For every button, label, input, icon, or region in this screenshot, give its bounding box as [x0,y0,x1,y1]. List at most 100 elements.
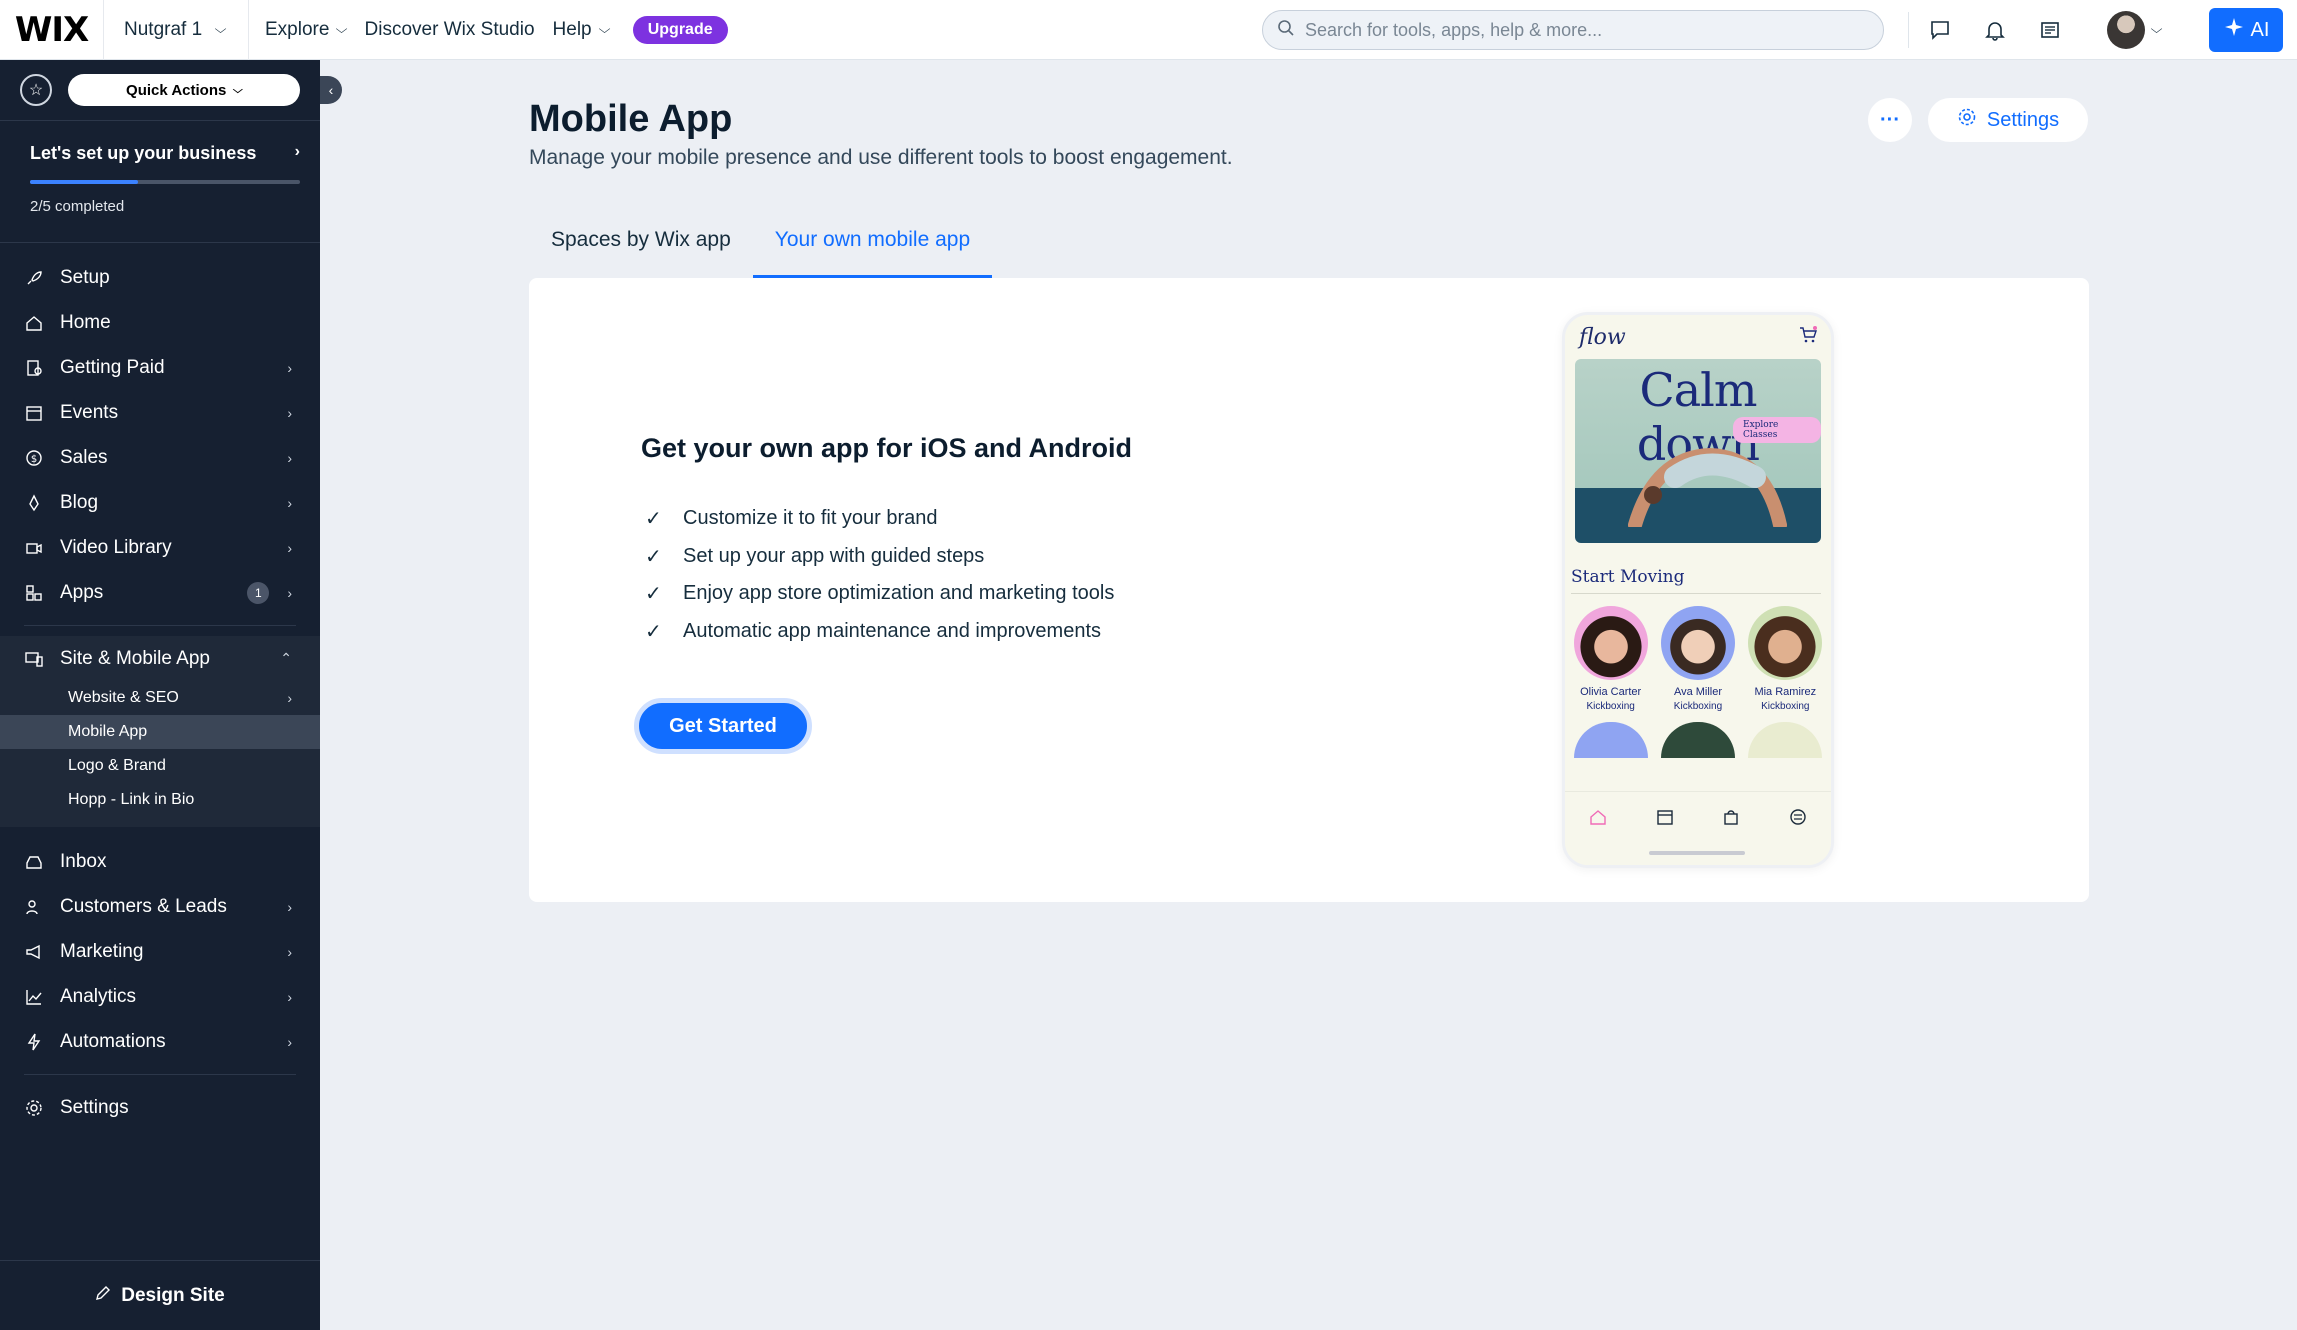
more-actions-button[interactable]: ··· [1868,98,1912,142]
check-icon: ✓ [645,620,662,643]
phone-mockup: flow Calm down Explore Classes Start Mov… [1562,312,1834,868]
nav-help-label: Help [552,18,592,40]
sidebar-item-label: Blog [60,491,99,513]
chevron-down-icon[interactable]: ⌵ [2151,22,2163,37]
setup-progress-card[interactable]: Let's set up your business › 2/5 complet… [0,120,320,243]
sidebar-item-analytics[interactable]: Analytics › [0,974,320,1019]
instructor-list-row-2 [1565,712,1831,758]
setup-card-title: Let's set up your business [30,143,257,163]
sidebar-item-marketing[interactable]: Marketing › [0,929,320,974]
wix-logo[interactable]: WIX [0,0,104,60]
ai-assistant-button[interactable]: AI [2209,8,2283,52]
instructor-list: Olivia Carter Kickboxing Ava Miller Kick… [1565,594,1831,712]
chevron-right-icon: › [287,494,292,511]
sidebar-item-settings[interactable]: Settings [0,1085,320,1130]
pencil-icon [95,1285,111,1307]
chart-icon [24,987,44,1007]
tab-bar: Spaces by Wix app Your own mobile app [529,210,993,278]
tab-your-own-mobile-app[interactable]: Your own mobile app [752,210,993,278]
quick-actions-button[interactable]: Quick Actions ⌵ [68,74,300,106]
setup-progress-bar [30,180,300,184]
avatar [1748,722,1823,758]
nav-explore-label: Explore [265,18,330,40]
sidebar-subitem-logo-brand[interactable]: Logo & Brand [0,749,320,783]
upgrade-button[interactable]: Upgrade [632,15,728,44]
search-icon [1277,19,1295,42]
sidebar-item-setup[interactable]: Setup [0,255,320,300]
collapse-sidebar-button[interactable]: ‹ [320,76,342,104]
get-started-button[interactable]: Get Started [634,698,812,754]
hero-image: Calm down Explore Classes [1575,359,1821,543]
home-icon [1589,808,1607,865]
search-input[interactable] [1305,19,1865,41]
sidebar: ☆ Quick Actions ⌵ Let's set up your busi… [0,60,320,1330]
chat-icon[interactable] [1926,16,1954,44]
star-icon[interactable]: ☆ [20,74,52,106]
topbar-divider [1908,12,1909,48]
avatar [1573,606,1648,680]
sidebar-item-blog[interactable]: Blog › [0,480,320,525]
chevron-up-icon: ⌃ [280,650,292,666]
sidebar-item-video-library[interactable]: Video Library › [0,525,320,570]
sidebar-item-label: Home [60,311,111,333]
chevron-down-icon: ⌵ [336,22,348,36]
bag-icon [1722,808,1740,865]
apps-count-badge: 1 [247,581,270,604]
chevron-right-icon: › [287,943,292,960]
sidebar-subitem-label: Hopp - Link in Bio [68,791,195,808]
chevron-right-icon: › [287,988,292,1005]
yoga-figure [1628,447,1787,527]
chevron-right-icon: › [287,449,292,466]
devices-icon [24,649,44,669]
sidebar-subitem-mobile-app[interactable]: Mobile App [0,715,320,749]
instructor-card: Mia Ramirez Kickboxing [1745,606,1825,712]
design-site-button[interactable]: Design Site [0,1260,320,1330]
sidebar-item-automations[interactable]: Automations › [0,1019,320,1064]
megaphone-icon [24,942,44,962]
inbox-icon [24,852,44,872]
setup-progress-fill [30,180,138,184]
sidebar-item-events[interactable]: Events › [0,390,320,435]
sidebar-item-label: Setup [60,266,110,288]
design-site-label: Design Site [121,1284,225,1306]
sidebar-subitem-hopp[interactable]: Hopp - Link in Bio [0,783,320,817]
user-avatar[interactable] [2107,11,2145,49]
site-mobile-app-group: Site & Mobile App ⌃ Website & SEO › Mobi… [0,636,320,827]
sidebar-item-inbox[interactable]: Inbox [0,839,320,884]
chevron-down-icon: ⌵ [214,22,227,36]
search-bar[interactable] [1262,10,1884,50]
sidebar-item-customers-leads[interactable]: Customers & Leads › [0,884,320,929]
ai-label: AI [2250,18,2270,41]
bell-icon[interactable] [1981,16,2009,44]
tab-spaces-by-wix-app[interactable]: Spaces by Wix app [529,210,753,278]
chevron-right-icon: › [287,898,292,915]
nav-discover-wix-studio[interactable]: Discover Wix Studio [365,19,535,41]
site-switcher[interactable]: Nutgraf 1 ⌵ [104,0,249,60]
sidebar-subitem-website-seo[interactable]: Website & SEO › [0,681,320,715]
list-item: ✓ Set up your app with guided steps [645,538,1114,576]
newsfeed-icon[interactable] [2036,16,2064,44]
sidebar-item-site-mobile-app[interactable]: Site & Mobile App ⌃ [0,636,320,681]
sidebar-item-label: Analytics [60,985,137,1007]
nav-help[interactable]: Help ⌵ [552,18,611,41]
sidebar-item-getting-paid[interactable]: Getting Paid › [0,345,320,390]
quick-actions-label: Quick Actions [126,81,227,99]
mobile-app-card: Get your own app for iOS and Android ✓ Cu… [529,278,2089,902]
sidebar-item-sales[interactable]: $ Sales › [0,435,320,480]
page-title: Mobile App [529,98,733,140]
nav-explore[interactable]: Explore ⌵ [265,18,348,41]
video-icon [24,538,44,558]
sidebar-item-home[interactable]: Home [0,300,320,345]
sidebar-item-apps[interactable]: Apps 1 › [0,570,320,615]
sidebar-subitem-label: Mobile App [68,723,148,740]
avatar [1660,606,1735,680]
cart-icon [1799,325,1817,349]
apps-icon [24,583,44,603]
sidebar-item-label: Inbox [60,850,107,872]
avatar [1748,606,1823,680]
settings-button[interactable]: Settings [1928,98,2088,142]
calendar-icon [1656,808,1674,865]
sidebar-item-label: Sales [60,446,108,468]
instructor-name: Mia Ramirez [1754,686,1817,698]
instructor-role: Kickboxing [1761,701,1810,712]
